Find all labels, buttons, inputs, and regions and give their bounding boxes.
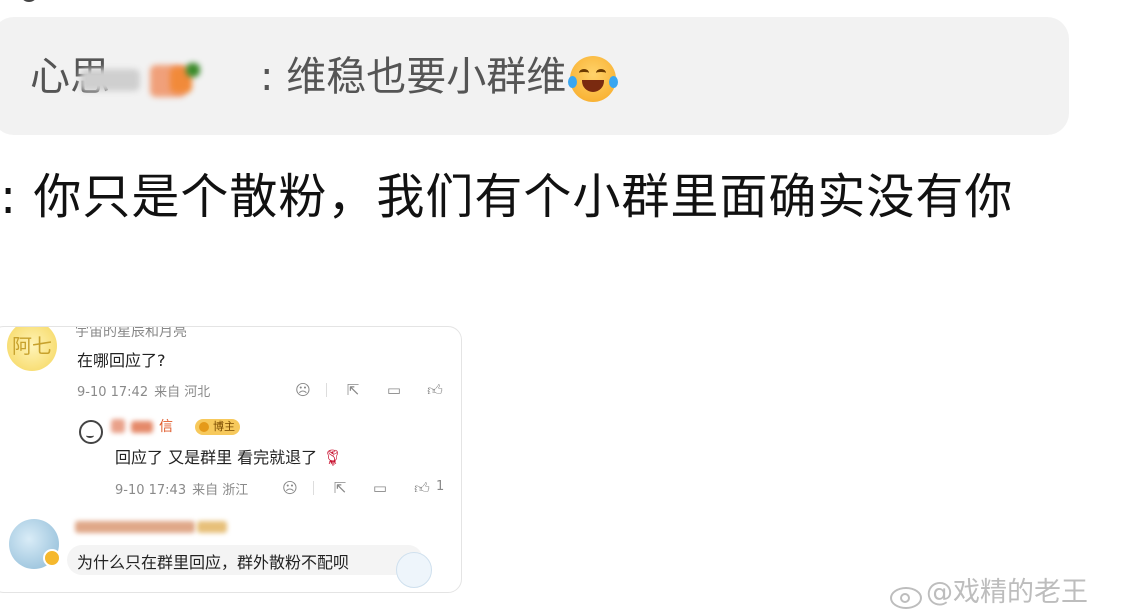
- share-icon[interactable]: ⇱: [344, 381, 362, 399]
- comment-date: 9-10 17:42: [77, 385, 149, 400]
- like-icon[interactable]: 👍︎: [413, 479, 431, 497]
- comment-meta: 9-10 17:42 来自 河北: [77, 381, 216, 400]
- avatar-text: 阿七: [12, 334, 52, 358]
- comment-icon[interactable]: ▭: [385, 381, 403, 399]
- divider: [313, 481, 314, 495]
- blurred-name-part: [80, 59, 260, 99]
- embedded-comment-screenshot: 阿七 宇宙的星辰和月亮 在哪回应了? 9-10 17:42 来自 河北 ☹ ⇱ ▭…: [0, 326, 462, 593]
- reply-meta: 9-10 17:43 来自 浙江: [115, 479, 254, 498]
- dislike-icon[interactable]: ☹: [281, 479, 299, 497]
- reply-location: 来自 浙江: [192, 483, 249, 498]
- like-icon[interactable]: 👍︎: [426, 381, 444, 399]
- reply-text-content: 回应了 又是群里 看完就退了: [115, 448, 318, 467]
- blogger-badge: 博主: [195, 419, 240, 435]
- weibo-watermark: @戏精的老王: [888, 570, 1088, 609]
- top-partial-mark: [22, 0, 36, 2]
- weibo-logo-icon: [888, 581, 922, 609]
- main-comment-text: : 你只是个散粉，我们有个小群里面确实没有你: [0, 169, 1014, 225]
- divider: [326, 383, 327, 397]
- laugh-tears-emoji: [568, 56, 619, 102]
- comment-author-name[interactable]: 宇宙的星辰和月亮: [75, 327, 187, 341]
- avatar[interactable]: [9, 519, 61, 569]
- verified-badge: [43, 549, 61, 567]
- blurred-name: [111, 419, 125, 433]
- watermark-text: @戏精的老王: [926, 577, 1088, 608]
- rose-emoji: 🌹︎: [322, 448, 343, 467]
- dislike-icon[interactable]: ☹: [294, 381, 312, 399]
- comment-location: 来自 河北: [154, 385, 211, 400]
- blurred-name: [197, 521, 227, 533]
- blurred-name: [131, 421, 153, 433]
- reply-text: 回应了 又是群里 看完就退了 🌹︎: [115, 444, 343, 468]
- comment-text: 在哪回应了?: [77, 351, 166, 370]
- blurred-name: [75, 521, 195, 533]
- reply-avatar[interactable]: [79, 420, 103, 444]
- quoted-text: : 维稳也要小群维: [260, 54, 567, 100]
- comment-icon[interactable]: ▭: [371, 479, 389, 497]
- share-icon[interactable]: ⇱: [331, 479, 349, 497]
- avatar[interactable]: 阿七: [7, 327, 57, 371]
- comment-text: 为什么只在群里回应，群外散粉不配呗: [77, 553, 350, 572]
- cartoon-sticker-icon: [396, 552, 432, 588]
- reply-author-name[interactable]: 信: [159, 416, 173, 436]
- quoted-comment: 心思: 维稳也要小群维: [30, 52, 619, 102]
- like-count: 1: [436, 479, 445, 494]
- reply-date: 9-10 17:43: [115, 483, 187, 498]
